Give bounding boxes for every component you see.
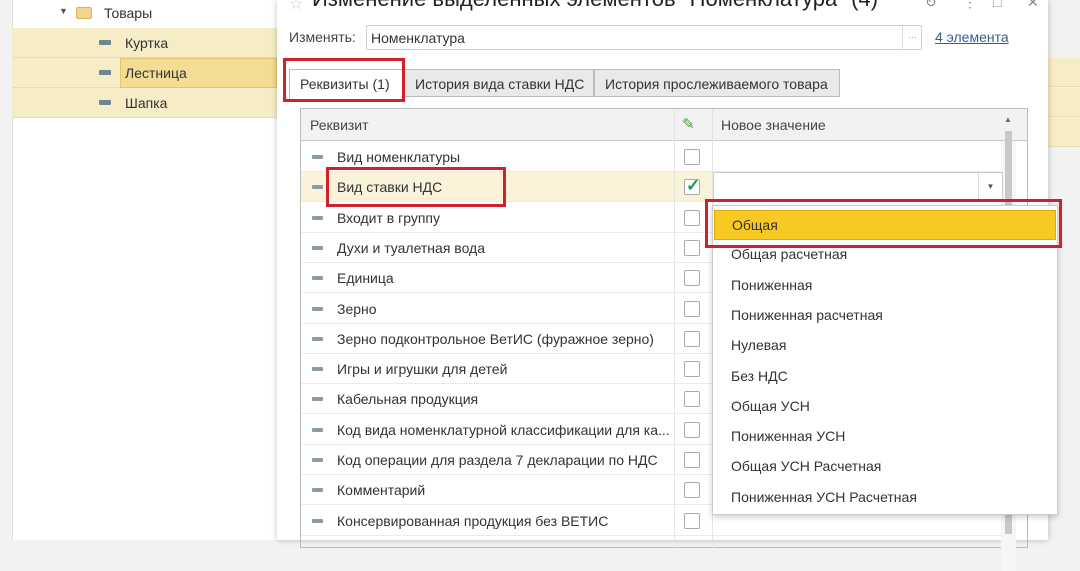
column-attribute[interactable]: Реквизит xyxy=(310,117,369,133)
change-checkbox[interactable] xyxy=(684,512,700,529)
background-row xyxy=(1048,58,1080,87)
attribute-label: Зерно подконтрольное ВетИС (фуражное зер… xyxy=(337,330,654,347)
attribute-icon xyxy=(312,215,323,220)
attribute-label: Единица xyxy=(337,270,394,287)
elements-link[interactable]: 4 элемента xyxy=(935,29,1009,45)
change-checkbox[interactable] xyxy=(684,149,700,165)
background-row xyxy=(1048,88,1080,117)
dropdown-option[interactable]: Пониженная расчетная xyxy=(714,301,1056,331)
dropdown-option[interactable]: Нулевая xyxy=(714,331,1056,361)
background-row xyxy=(1048,118,1080,147)
annotation-box xyxy=(326,167,506,207)
tree-item-label: Шапка xyxy=(125,95,168,111)
scrollbar-thumb-bottom[interactable] xyxy=(1005,514,1012,534)
attribute-label: Кабельная продукция xyxy=(337,391,479,408)
attribute-label: Консервированная продукция без ВЕТИС xyxy=(337,512,609,529)
select-button[interactable]: ... xyxy=(902,25,922,50)
tree-item[interactable]: Куртка xyxy=(12,28,277,58)
tree-item-label: Куртка xyxy=(125,35,169,51)
attribute-icon xyxy=(312,488,323,493)
vat-rate-dropdown: Общая Общая расчетная Пониженная Пониженная… xyxy=(712,205,1058,515)
close-icon[interactable]: ✕ xyxy=(1027,0,1039,11)
attribute-icon xyxy=(312,336,323,341)
scroll-up-icon[interactable]: ▲ xyxy=(1004,115,1012,124)
attribute-label: Игры и игрушки для детей xyxy=(337,361,508,378)
folder-icon xyxy=(76,7,92,19)
change-checkbox[interactable] xyxy=(684,209,700,226)
change-checkbox[interactable] xyxy=(684,361,700,378)
change-type-input[interactable]: Номенклатура xyxy=(366,25,922,50)
attribute-label: Вид номенклатуры xyxy=(337,149,461,165)
dropdown-option[interactable]: Пониженная УСН xyxy=(714,422,1056,452)
annotation-box xyxy=(283,58,405,102)
dropdown-option[interactable]: Пониженная УСН Расчетная xyxy=(714,483,1056,513)
change-checkbox[interactable] xyxy=(684,270,700,287)
attribute-icon xyxy=(312,276,323,281)
attribute-icon xyxy=(312,185,323,190)
attribute-icon xyxy=(312,458,323,462)
attribute-label: Зерно xyxy=(337,300,377,317)
expand-arrow-icon[interactable]: ▼ xyxy=(59,6,68,16)
star-icon[interactable]: ☆ xyxy=(289,0,303,14)
refresh-icon[interactable]: ↻ xyxy=(925,0,937,11)
change-label: Изменять: xyxy=(289,29,356,45)
attribute-icon xyxy=(312,245,323,250)
change-checkbox[interactable] xyxy=(684,300,700,317)
new-value-input[interactable]: ▼ xyxy=(713,172,1003,202)
change-checkbox[interactable] xyxy=(684,391,700,408)
attribute-label: Комментарий xyxy=(337,482,426,499)
item-icon xyxy=(99,100,111,105)
dropdown-option[interactable]: Без НДС xyxy=(714,362,1056,392)
attribute-label: Код вида номенклатурной классификации дл… xyxy=(337,421,670,438)
tree-item-selected[interactable]: Лестница xyxy=(12,58,277,88)
attribute-label: Духи и туалетная вода xyxy=(337,239,486,256)
annotation-box xyxy=(705,199,1062,248)
tree-folder-label[interactable]: Товары xyxy=(104,5,152,21)
dropdown-arrow-icon[interactable]: ▼ xyxy=(978,173,1002,201)
attribute-icon xyxy=(312,427,323,432)
attribute-label: Код операции для раздела 7 декларации по… xyxy=(337,452,658,468)
attribute-label: Входит в группу xyxy=(337,209,441,226)
attribute-icon xyxy=(312,306,323,311)
tree-item[interactable]: Шапка xyxy=(12,88,277,118)
column-divider xyxy=(674,109,675,549)
attribute-icon xyxy=(312,518,323,523)
pencil-icon: ✎ xyxy=(682,116,695,133)
item-icon xyxy=(99,70,111,75)
tab-vat-history[interactable]: История вида ставки НДС xyxy=(404,69,594,97)
grid-header: Реквизит ✎ Новое значение ▲ xyxy=(301,109,1027,141)
tree-item-label: Лестница xyxy=(125,65,187,81)
change-checkbox[interactable] xyxy=(684,482,700,499)
attribute-icon xyxy=(312,397,323,402)
more-icon[interactable]: ⋮ xyxy=(963,0,977,11)
column-new-value[interactable]: Новое значение xyxy=(721,117,826,133)
attribute-icon xyxy=(312,367,323,372)
item-icon xyxy=(99,40,111,45)
attribute-icon xyxy=(312,155,323,159)
dropdown-option[interactable]: Пониженная xyxy=(714,271,1056,301)
maximize-icon[interactable]: □ xyxy=(993,0,1001,10)
tab-traceable-history[interactable]: История прослеживаемого товара xyxy=(594,69,840,97)
dropdown-option[interactable]: Общая УСН xyxy=(714,392,1056,422)
change-checkbox[interactable] xyxy=(684,176,700,196)
change-checkbox[interactable] xyxy=(684,452,700,468)
change-checkbox[interactable] xyxy=(684,421,700,438)
change-checkbox[interactable] xyxy=(684,330,700,347)
dropdown-option[interactable]: Общая УСН Расчетная xyxy=(714,452,1056,482)
dialog-title: Изменение выделенных элементов "Номенкла… xyxy=(312,0,878,12)
change-checkbox[interactable] xyxy=(684,239,700,256)
